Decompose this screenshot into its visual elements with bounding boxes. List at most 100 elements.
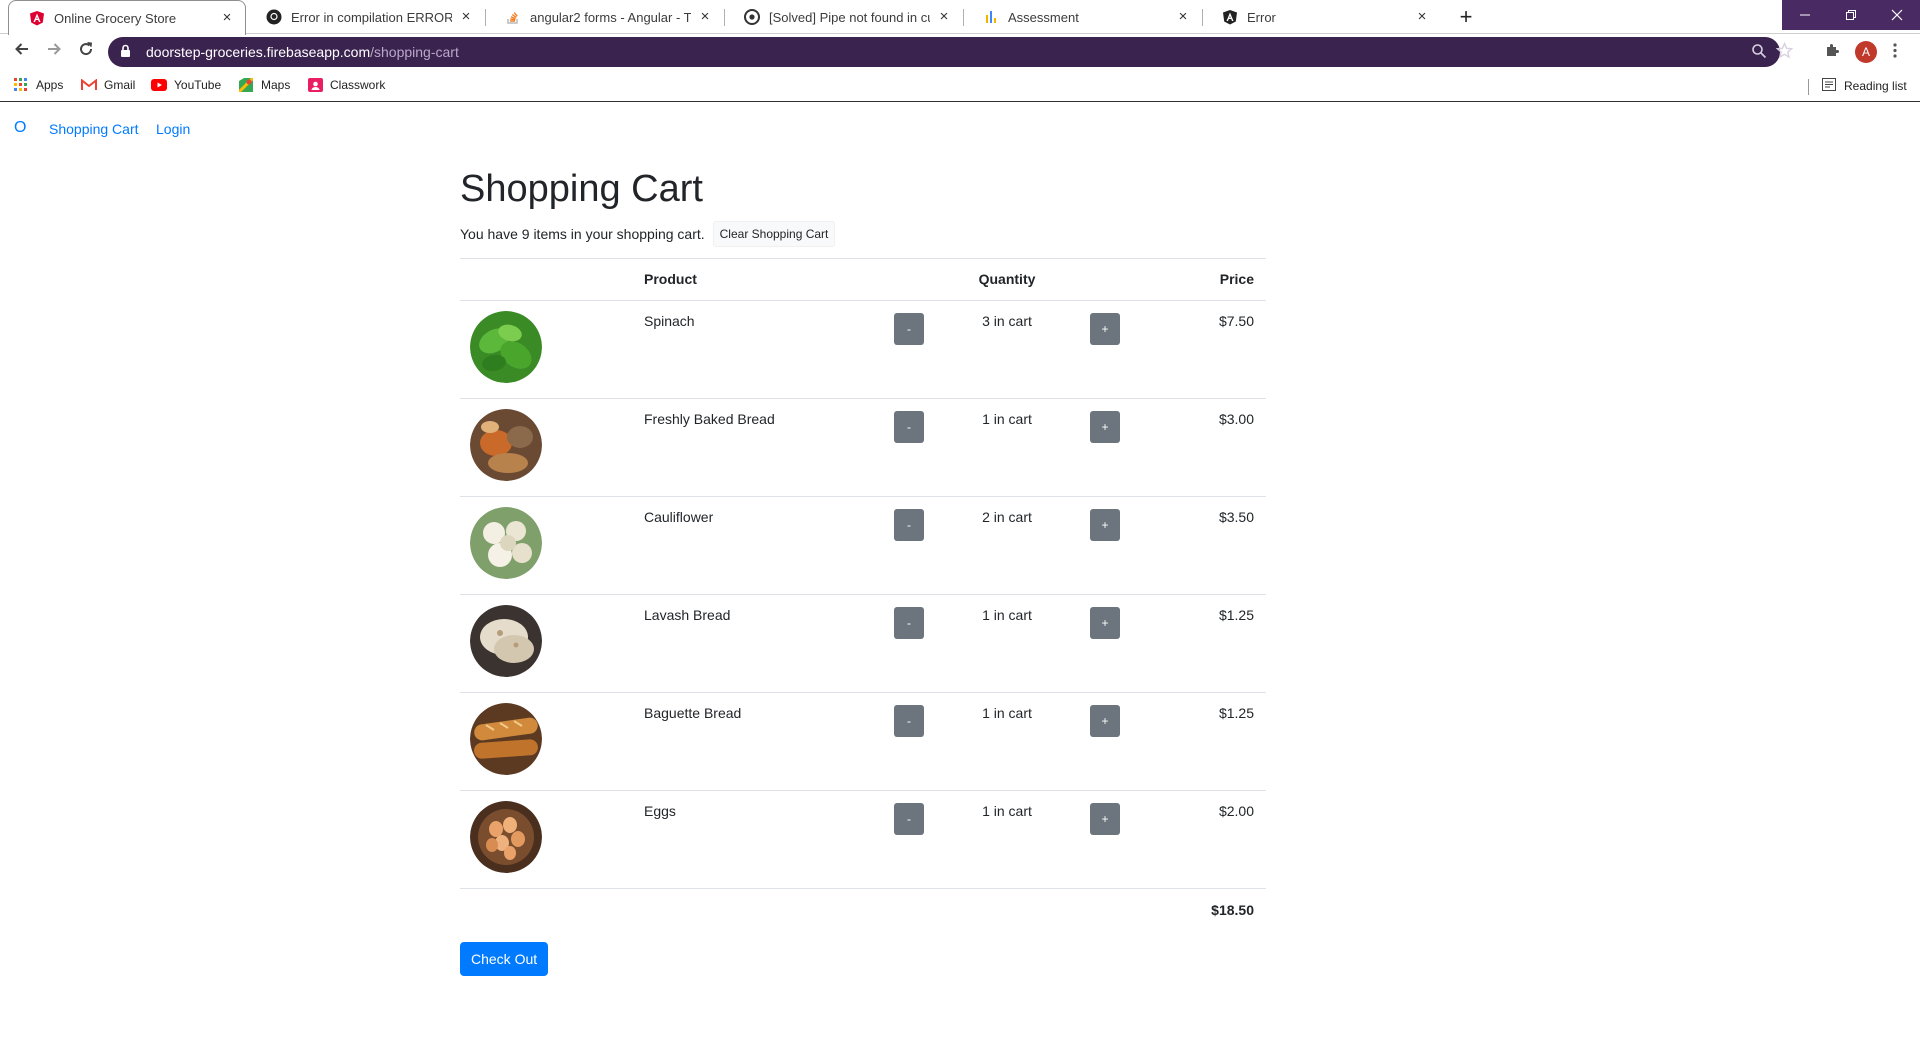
decrement-button[interactable]: - [894,704,924,737]
bookmark-apps[interactable]: Apps [13,78,63,92]
decrement-button[interactable]: - [894,312,924,345]
decrement-button[interactable]: - [894,508,924,541]
quantity-cell: - 1 in cart + [882,790,1132,889]
tab-pipe-not-found[interactable]: [Solved] Pipe not found in custor × [724,0,962,34]
angular-icon [29,10,45,26]
product-image-cell [460,496,632,595]
product-image-cell [460,594,632,693]
shopping-cart: Shopping Cart You have 9 items in your s… [460,160,1266,977]
product-image-cell [460,790,632,889]
product-image-cell [460,300,632,399]
kebab-menu-icon[interactable] [1892,42,1898,64]
lavash-bread-image [470,604,542,677]
star-icon[interactable] [1775,41,1794,63]
back-arrow-icon[interactable] [10,40,34,64]
close-icon[interactable]: × [936,9,952,25]
close-icon[interactable]: × [458,9,474,25]
increment-button[interactable]: + [1090,312,1120,345]
tab-error[interactable]: Error × [1202,0,1440,34]
increment-button[interactable]: + [1090,508,1120,541]
product-name: Lavash Bread [632,594,882,693]
header-quantity: Quantity [882,257,1132,301]
product-name: Baguette Bread [632,692,882,791]
reading-list-icon [1822,78,1836,94]
reload-icon[interactable] [74,40,98,64]
bread-image [470,408,542,481]
checkout-button[interactable]: Check Out [460,942,549,977]
product-price: $3.50 [1132,496,1266,595]
github-icon [266,9,282,25]
assessment-icon [983,9,999,25]
total-row: $18.50 [460,888,1266,932]
clear-cart-button[interactable]: Clear Shopping Cart [712,220,836,247]
apps-grid-icon [13,78,29,92]
close-icon[interactable]: × [1414,9,1430,25]
cart-table: Product Quantity Price Spinach - 3 in ca… [460,257,1266,933]
brand-logo[interactable]: O [14,119,26,137]
bookmark-gmail[interactable]: Gmail [81,78,135,92]
increment-button[interactable]: + [1090,410,1120,443]
product-name: Spinach [632,300,882,399]
items-count-text: You have 9 items in your shopping cart. [460,225,705,242]
product-price: $3.00 [1132,398,1266,497]
avatar[interactable]: A [1855,41,1877,63]
table-row: Lavash Bread - 1 in cart + $1.25 [460,594,1266,693]
close-icon[interactable]: × [219,10,235,26]
minimize-icon[interactable] [1782,0,1828,30]
zoom-icon[interactable] [1751,43,1767,63]
increment-button[interactable]: + [1090,802,1120,835]
new-tab-button[interactable]: + [1453,4,1479,30]
quantity-cell: - 3 in cart + [882,300,1132,399]
angular-icon [1222,9,1238,25]
tab-online-grocery-store[interactable]: Online Grocery Store × [8,0,246,35]
product-image-cell [460,398,632,497]
bookmark-youtube[interactable]: YouTube [151,78,221,92]
quantity-cell: - 1 in cart + [882,692,1132,791]
decrement-button[interactable]: - [894,410,924,443]
quantity-cell: - 2 in cart + [882,496,1132,595]
quantity-text: 1 in cart [982,704,1032,721]
spinach-image [470,310,542,383]
cart-total: $18.50 [1211,901,1254,918]
window-close-icon[interactable] [1874,0,1920,30]
quantity-text: 1 in cart [982,410,1032,427]
extensions-icon[interactable] [1824,42,1841,64]
table-row: Eggs - 1 in cart + $2.00 [460,790,1266,889]
decrement-button[interactable]: - [894,802,924,835]
decrement-button[interactable]: - [894,606,924,639]
nav-login[interactable]: Login [156,121,190,137]
gmail-icon [81,78,97,92]
product-price: $1.25 [1132,594,1266,693]
tab-assessment[interactable]: Assessment × [963,0,1201,34]
url-path: /shopping-cart [370,44,459,60]
restore-icon[interactable] [1828,0,1874,30]
stackoverflow-icon [505,9,521,25]
product-name: Eggs [632,790,882,889]
total-spacer [882,888,1132,932]
tab-angular2-forms[interactable]: angular2 forms - Angular - There × [485,0,723,34]
product-price: $7.50 [1132,300,1266,399]
total-spacer [460,888,632,932]
quantity-text: 2 in cart [982,508,1032,525]
quantity-text: 3 in cart [982,312,1032,329]
reading-list[interactable]: Reading list [1808,78,1907,95]
quantity-text: 1 in cart [982,802,1032,819]
lock-icon [120,44,134,60]
address-bar[interactable]: doorstep-groceries.firebaseapp.com/shopp… [108,37,1794,67]
increment-button[interactable]: + [1090,704,1120,737]
classwork-icon [307,78,323,92]
url-host: doorstep-groceries.firebaseapp.com [146,44,371,60]
bookmark-maps[interactable]: Maps [238,78,290,92]
nav-shopping-cart[interactable]: Shopping Cart [49,121,139,137]
youtube-icon [151,78,167,92]
close-icon[interactable]: × [697,9,713,25]
forward-arrow-icon[interactable] [42,40,66,64]
table-header-row: Product Quantity Price [460,257,1266,301]
increment-button[interactable]: + [1090,606,1120,639]
quantity-cell: - 1 in cart + [882,594,1132,693]
product-price: $2.00 [1132,790,1266,889]
product-image-cell [460,692,632,791]
close-icon[interactable]: × [1175,9,1191,25]
tab-github-error[interactable]: Error in compilation ERROR in nc × [246,0,484,34]
bookmark-classwork[interactable]: Classwork [307,78,385,92]
